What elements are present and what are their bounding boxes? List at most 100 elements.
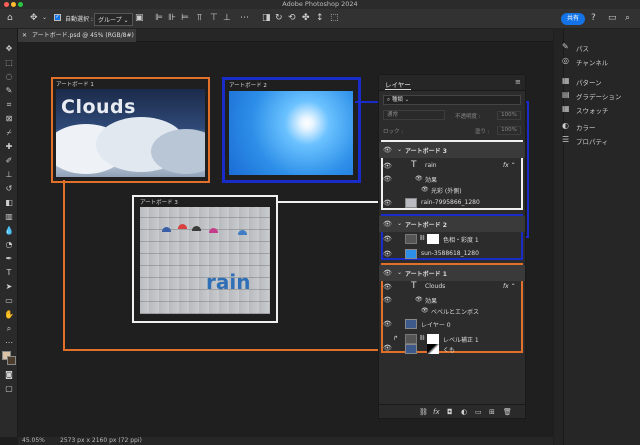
panel-paths[interactable]: パス <box>576 43 589 53</box>
visibility-eye-icon[interactable]: 👁 <box>383 269 392 277</box>
layer-sun-image[interactable]: 👁 sun-3588618_1280 <box>379 246 525 262</box>
close-tab-icon[interactable]: ✕ <box>22 29 27 42</box>
visibility-eye-icon[interactable]: 👁 <box>383 296 392 304</box>
background-color-swatch[interactable] <box>7 356 16 365</box>
add-style-icon[interactable]: fx <box>433 408 440 416</box>
gradients-icon[interactable]: ▤ <box>562 90 570 99</box>
patterns-icon[interactable]: ▦ <box>562 76 570 85</box>
align-right-icon[interactable]: ⊨ <box>181 13 189 23</box>
effects-eye-icon[interactable]: 👁 <box>415 175 423 182</box>
blend-mode-dropdown[interactable]: 通常 <box>383 110 445 120</box>
marquee-tool-icon[interactable]: ⬚ <box>3 57 15 69</box>
opacity-field[interactable]: 100% <box>497 111 521 120</box>
eyedropper-tool-icon[interactable]: ⌿ <box>3 127 15 139</box>
auto-select-dropdown[interactable]: グループ ⌄ <box>94 13 133 26</box>
lasso-tool-icon[interactable]: ◌ <box>3 71 15 83</box>
hand-tool-icon[interactable]: ✋ <box>3 309 15 321</box>
move-tool-icon[interactable]: ✥ <box>3 43 15 55</box>
visibility-eye-icon[interactable]: 👁 <box>383 162 392 170</box>
chevron-down-icon[interactable]: ⌄ <box>397 146 402 153</box>
fx-icon[interactable]: fx ⌃ <box>503 283 516 290</box>
pan-icon[interactable]: ✤ <box>302 13 310 23</box>
artboard-3-label[interactable]: アートボード 3 <box>140 198 178 206</box>
panel-properties[interactable]: プロパティ <box>576 136 608 146</box>
effects-eye-icon[interactable]: 👁 <box>415 296 423 303</box>
delete-layer-icon[interactable]: 🗑 <box>503 408 512 416</box>
visibility-eye-icon[interactable]: 👁 <box>383 175 392 183</box>
link-icon[interactable]: ⛓ <box>419 335 425 341</box>
panel-menu-icon[interactable]: ≡ <box>515 78 521 86</box>
roll-icon[interactable]: ⟲ <box>288 13 296 23</box>
eraser-tool-icon[interactable]: ◧ <box>3 197 15 209</box>
slide-icon[interactable]: ↕ <box>316 13 324 23</box>
history-brush-icon[interactable]: ↺ <box>3 183 15 195</box>
quick-select-tool-icon[interactable]: ✎ <box>3 85 15 97</box>
workspace-icon[interactable]: ▭ <box>608 13 617 23</box>
move-tool-icon[interactable]: ✥ <box>30 13 38 23</box>
layer-filter[interactable]: ⌕ 種類 ⌄ <box>383 95 521 105</box>
panel-color[interactable]: カラー <box>576 122 596 132</box>
effect-eye-icon[interactable]: 👁 <box>421 186 429 193</box>
dodge-tool-icon[interactable]: ◔ <box>3 239 15 251</box>
add-mask-icon[interactable]: ◘ <box>447 408 453 416</box>
chevron-down-icon[interactable]: ⌄ <box>397 220 402 227</box>
align-bottom-icon[interactable]: ⊥ <box>223 13 231 23</box>
visibility-eye-icon[interactable]: 👁 <box>383 320 392 328</box>
crop-tool-icon[interactable]: ⌗ <box>3 99 15 111</box>
gradient-tool-icon[interactable]: ▥ <box>3 211 15 223</box>
link-icon[interactable]: ⛓ <box>419 235 425 241</box>
panel-channels[interactable]: チャンネル <box>576 57 608 67</box>
fill-field[interactable]: 100% <box>497 126 521 135</box>
visibility-eye-icon[interactable]: 👁 <box>383 283 392 291</box>
scale-icon[interactable]: ⬚ <box>330 13 339 23</box>
zoom-tool-icon[interactable]: ⌕ <box>3 323 15 335</box>
frame-tool-icon[interactable]: ⊠ <box>3 113 15 125</box>
document-tab[interactable]: ✕ アートボード.psd @ 45% (RGB/8#) * <box>18 29 136 52</box>
align-left-icon[interactable]: ⊫ <box>155 13 163 23</box>
quick-mask-icon[interactable]: ◙ <box>3 369 15 381</box>
link-layers-icon[interactable]: ⛓ <box>419 408 428 416</box>
stamp-tool-icon[interactable]: ⊥ <box>3 169 15 181</box>
layer-layer0[interactable]: 👁 レイヤー 0 <box>379 316 525 332</box>
color-icon[interactable]: ◐ <box>562 121 569 130</box>
adjustment-layer-icon[interactable]: ◐ <box>461 408 467 416</box>
layer-kumo[interactable]: 👁 くも <box>379 343 525 355</box>
align-middle-icon[interactable]: ⊤ <box>210 13 218 23</box>
help-icon[interactable]: ? <box>591 13 596 23</box>
healing-brush-icon[interactable]: ✚ <box>3 141 15 153</box>
auto-select-checkbox[interactable]: ✓ <box>54 14 61 21</box>
brush-tool-icon[interactable]: ✐ <box>3 155 15 167</box>
visibility-eye-icon[interactable]: 👁 <box>383 250 392 258</box>
pen-tool-icon[interactable]: ✒ <box>3 253 15 265</box>
properties-icon[interactable]: ☰ <box>562 135 569 144</box>
swatches-icon[interactable]: ▦ <box>562 104 570 113</box>
visibility-eye-icon[interactable]: 👁 <box>383 235 392 243</box>
distribute-icon[interactable]: ⋯ <box>240 13 249 23</box>
new-group-icon[interactable]: ▭ <box>475 408 482 416</box>
blur-tool-icon[interactable]: 💧 <box>3 225 15 237</box>
visibility-eye-icon[interactable]: 👁 <box>383 220 392 228</box>
layer-hue-saturation[interactable]: 👁 ⛓ 色相・彩度 1 <box>379 231 525 247</box>
layer-rain-text[interactable]: 👁 T rain fx ⌃ <box>379 158 525 174</box>
panel-swatches[interactable]: スウォッチ <box>576 105 609 115</box>
layers-tab[interactable]: レイヤー <box>385 79 411 90</box>
shape-tool-icon[interactable]: ▭ <box>3 295 15 307</box>
visibility-eye-icon[interactable]: 👁 <box>383 344 392 352</box>
zoom-level[interactable]: 45.05% <box>22 437 45 444</box>
panel-patterns[interactable]: パターン <box>576 77 602 87</box>
screen-mode-icon[interactable]: ▢ <box>3 383 15 395</box>
search-icon[interactable]: ⌕ <box>625 13 630 23</box>
align-center-icon[interactable]: ⊪ <box>168 13 176 23</box>
panel-gradients[interactable]: グラデーション <box>576 91 621 101</box>
new-layer-icon[interactable]: ⊞ <box>489 408 495 416</box>
path-select-icon[interactable]: ➤ <box>3 281 15 293</box>
3d-mode-icon[interactable]: ◨ <box>262 13 271 23</box>
artboard-1-label[interactable]: アートボード 1 <box>56 80 94 88</box>
visibility-eye-icon[interactable]: 👁 <box>383 146 392 154</box>
paths-icon[interactable]: ✎ <box>562 42 569 51</box>
channels-icon[interactable]: ◎ <box>562 56 569 65</box>
align-top-icon[interactable]: ⫪ <box>197 13 202 23</box>
effect-eye-icon[interactable]: 👁 <box>421 307 429 314</box>
home-icon[interactable]: ⌂ <box>7 13 13 23</box>
share-button[interactable]: 共有 <box>561 13 585 25</box>
